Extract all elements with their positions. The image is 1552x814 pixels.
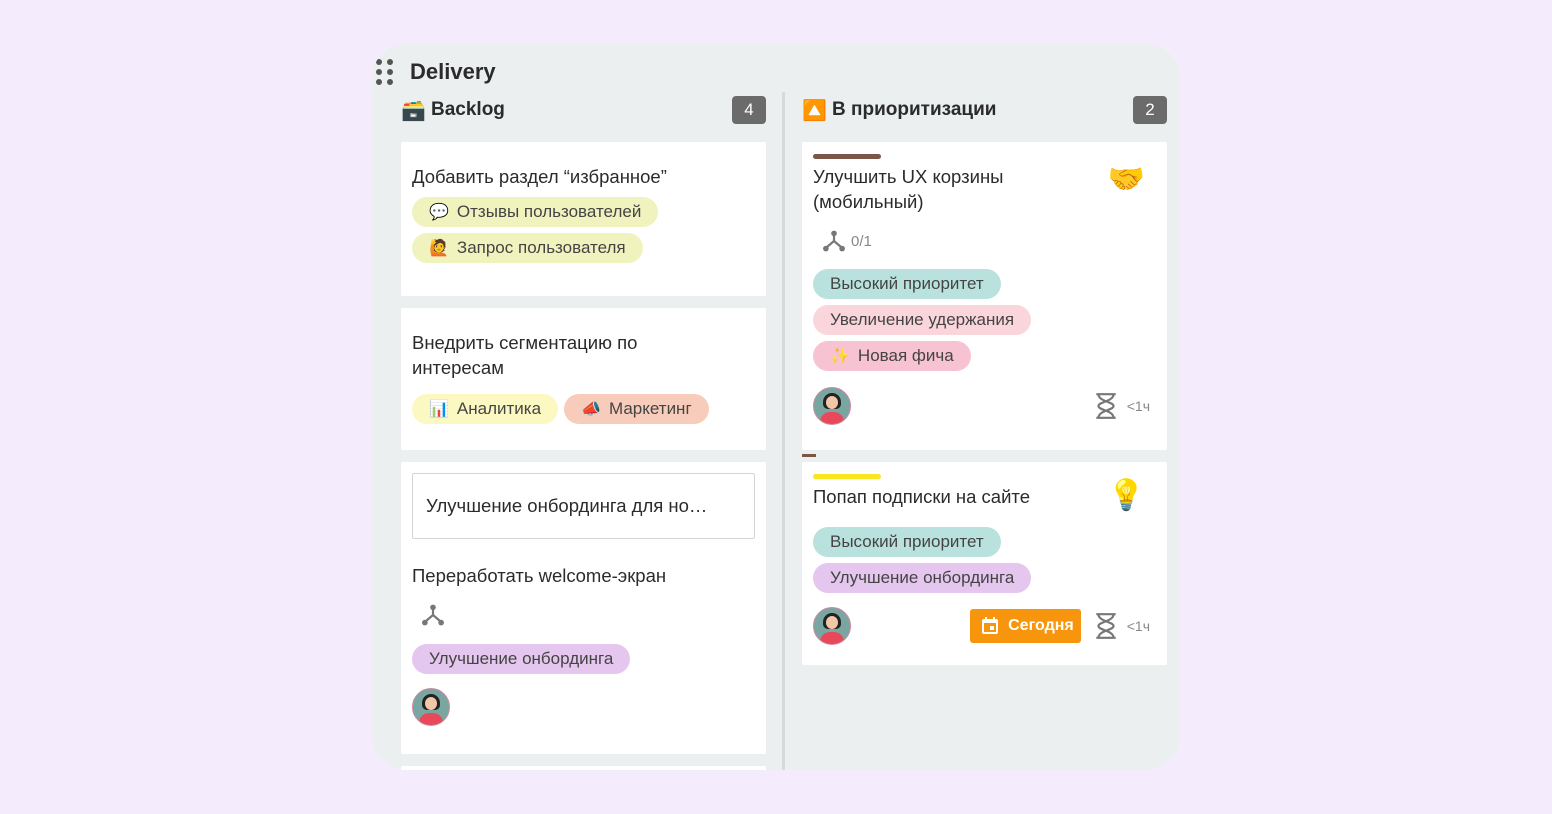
column-prioritization: 🔼 В приоритизации 2 🤝 Улучшить UX корзин… [802, 94, 1167, 665]
tag-label: Улучшение онбординга [830, 568, 1015, 587]
column-divider [782, 92, 785, 770]
bar-chart-icon: 📊 [429, 401, 449, 418]
due-date-badge[interactable]: Сегодня [970, 609, 1081, 643]
column-title: В приоритизации [832, 99, 997, 120]
due-date-label: Сегодня [1008, 617, 1074, 634]
tag[interactable]: ✨ Новая фича [813, 341, 971, 371]
tag[interactable]: Улучшение онбординга [412, 644, 631, 674]
board-title: Delivery [410, 59, 496, 84]
time-estimate[interactable]: <1ч [1093, 612, 1150, 640]
sparkles-icon: ✨ [830, 348, 850, 365]
tag-label: Новая фича [857, 346, 954, 365]
card-color-bar [813, 154, 881, 159]
subtask-counter[interactable]: 0/1 [821, 228, 1156, 254]
card-title: Попап подписки на сайте [813, 486, 1030, 507]
card-color-bar [813, 474, 881, 479]
column-count-badge: 4 [732, 96, 766, 124]
tag-label: Отзывы пользователей [456, 202, 642, 221]
card-title: Добавить раздел “избранное” [412, 166, 667, 187]
task-card[interactable]: Улучшение онбординга для но… Переработат… [401, 462, 766, 754]
drag-handle-icon[interactable] [376, 58, 394, 85]
tag[interactable]: Улучшение онбординга [813, 563, 1032, 593]
tag-label: Высокий приоритет [830, 532, 984, 551]
column-backlog: 🗃️ Backlog 4 Добавить раздел “избранное”… [401, 94, 766, 770]
speech-bubble-icon: 💬 [429, 204, 449, 221]
tag-label: Высокий приоритет [830, 274, 984, 293]
tag[interactable]: Высокий приоритет [813, 269, 1001, 299]
column-header[interactable]: 🔼 В приоритизации 2 [802, 94, 1167, 126]
task-card[interactable] [401, 766, 766, 770]
hourglass-icon [1096, 613, 1116, 639]
task-card[interactable]: Добавить раздел “избранное” 💬 Отзывы пол… [401, 142, 766, 296]
card-box-icon: 🗃️ [401, 99, 426, 122]
task-card[interactable]: 💡 Попап подписки на сайте Высокий приори… [802, 462, 1167, 665]
subtask-count: 0/1 [851, 232, 872, 250]
task-card[interactable]: Внедрить сегментацию по интересам 📊 Анал… [401, 308, 766, 450]
tag[interactable]: 🙋 Запрос пользователя [412, 233, 643, 263]
parent-task-link[interactable]: Улучшение онбординга для но… [412, 473, 755, 539]
task-card[interactable]: 🤝 Улучшить UX корзины (мобильный) 0/1 Вы… [802, 142, 1167, 450]
tag-label: Увеличение удержания [830, 310, 1015, 329]
calendar-icon [982, 617, 999, 634]
up-button-icon: 🔼 [802, 99, 827, 122]
card-title: Переработать welcome-экран [412, 565, 667, 586]
time-estimate-value: <1ч [1126, 618, 1150, 634]
tag-label: Запрос пользователя [456, 238, 626, 257]
avatar[interactable] [813, 607, 851, 645]
tag-label: Улучшение онбординга [429, 649, 614, 668]
tag[interactable]: Высокий приоритет [813, 527, 1001, 557]
tag[interactable]: Увеличение удержания [813, 305, 1032, 335]
column-title: Backlog [431, 99, 505, 120]
column-count-badge: 2 [1133, 96, 1167, 124]
hourglass-icon [1096, 393, 1116, 419]
avatar[interactable] [412, 688, 450, 726]
raised-hand-icon: 🙋 [429, 240, 449, 257]
tag[interactable]: 📣 Маркетинг [564, 394, 709, 424]
avatar[interactable] [813, 387, 851, 425]
card-title: Внедрить сегментацию по интересам [412, 332, 638, 378]
card-title: Улучшить UX корзины (мобильный) [813, 166, 1004, 212]
drop-indicator [802, 454, 816, 457]
subtask-icon [823, 230, 845, 252]
time-estimate[interactable]: <1ч [1093, 392, 1150, 420]
tag[interactable]: 💬 Отзывы пользователей [412, 197, 659, 227]
light-bulb-icon: 💡 [1107, 479, 1145, 512]
kanban-board: Delivery 🗃️ Backlog 4 Добавить раздел “и… [372, 44, 1180, 770]
time-estimate-value: <1ч [1126, 398, 1150, 414]
tag-label: Маркетинг [609, 399, 692, 418]
megaphone-icon: 📣 [581, 401, 601, 418]
handshake-icon: 🤝 [1107, 163, 1145, 196]
tag-label: Аналитика [456, 399, 542, 418]
tag[interactable]: 📊 Аналитика [412, 394, 559, 424]
board-header: Delivery [372, 52, 496, 92]
column-header[interactable]: 🗃️ Backlog 4 [401, 94, 766, 126]
subtask-icon[interactable] [420, 602, 755, 630]
